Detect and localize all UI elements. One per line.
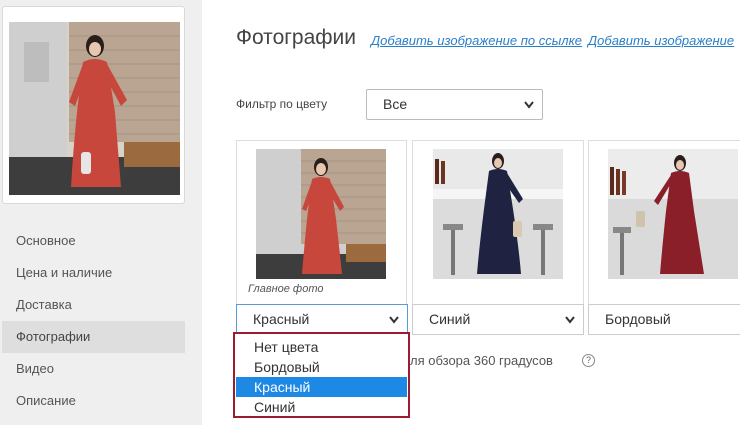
sidebar-menu: Основное Цена и наличие Доставка Фотогра… [2, 225, 185, 417]
color-dropdown-list: Нет цвета Бордовый Красный Синий [233, 332, 410, 418]
color-option-blue[interactable]: Синий [236, 397, 407, 417]
photo-2-image[interactable] [433, 149, 563, 279]
photo-1-color-value: Красный [253, 311, 310, 327]
color-option-burgundy[interactable]: Бордовый [236, 357, 407, 377]
photo-1-color-select[interactable]: Красный [236, 304, 408, 335]
chevron-down-icon [389, 316, 399, 324]
panorama-360-note: ля обзора 360 градусов [410, 353, 553, 368]
photo-1-image[interactable] [256, 149, 386, 279]
photo-card-1: Главное фото Красный [236, 140, 408, 335]
photo-3-color-value: Бордовый [605, 311, 671, 327]
add-by-url-link[interactable]: Добавить изображение по ссылке [371, 33, 582, 48]
chevron-down-icon [524, 101, 534, 109]
chevron-down-icon [565, 316, 575, 324]
color-option-red[interactable]: Красный [236, 377, 407, 397]
help-icon[interactable]: ? [582, 354, 595, 367]
color-filter-select[interactable]: Все [366, 89, 543, 120]
page-title: Фотографии [236, 26, 357, 49]
sidebar-item-delivery[interactable]: Доставка [2, 289, 185, 321]
main-photo-caption: Главное фото [248, 283, 324, 295]
sidebar-item-basic[interactable]: Основное [2, 225, 185, 257]
sidebar-item-description[interactable]: Описание [2, 385, 185, 417]
color-filter-label: Фильтр по цвету [236, 97, 328, 111]
photo-3-color-select[interactable]: Бордовый [588, 304, 740, 335]
color-filter-value: Все [383, 96, 408, 112]
sidebar-item-video[interactable]: Видео [2, 353, 185, 385]
photo-2-color-select[interactable]: Синий [412, 304, 584, 335]
add-image-link[interactable]: Добавить изображение [588, 33, 734, 48]
photo-card-3: Бордовый [588, 140, 740, 335]
main-photo-thumbnail[interactable] [2, 6, 185, 204]
sidebar-item-photos[interactable]: Фотографии [2, 321, 185, 353]
main-photo-image [9, 22, 180, 195]
sidebar: Основное Цена и наличие Доставка Фотогра… [0, 0, 202, 425]
photo-2-color-value: Синий [429, 311, 471, 327]
sidebar-item-price[interactable]: Цена и наличие [2, 257, 185, 289]
photo-card-2: Синий [412, 140, 584, 335]
photo-3-image[interactable] [608, 149, 738, 279]
color-option-none[interactable]: Нет цвета [236, 337, 407, 357]
